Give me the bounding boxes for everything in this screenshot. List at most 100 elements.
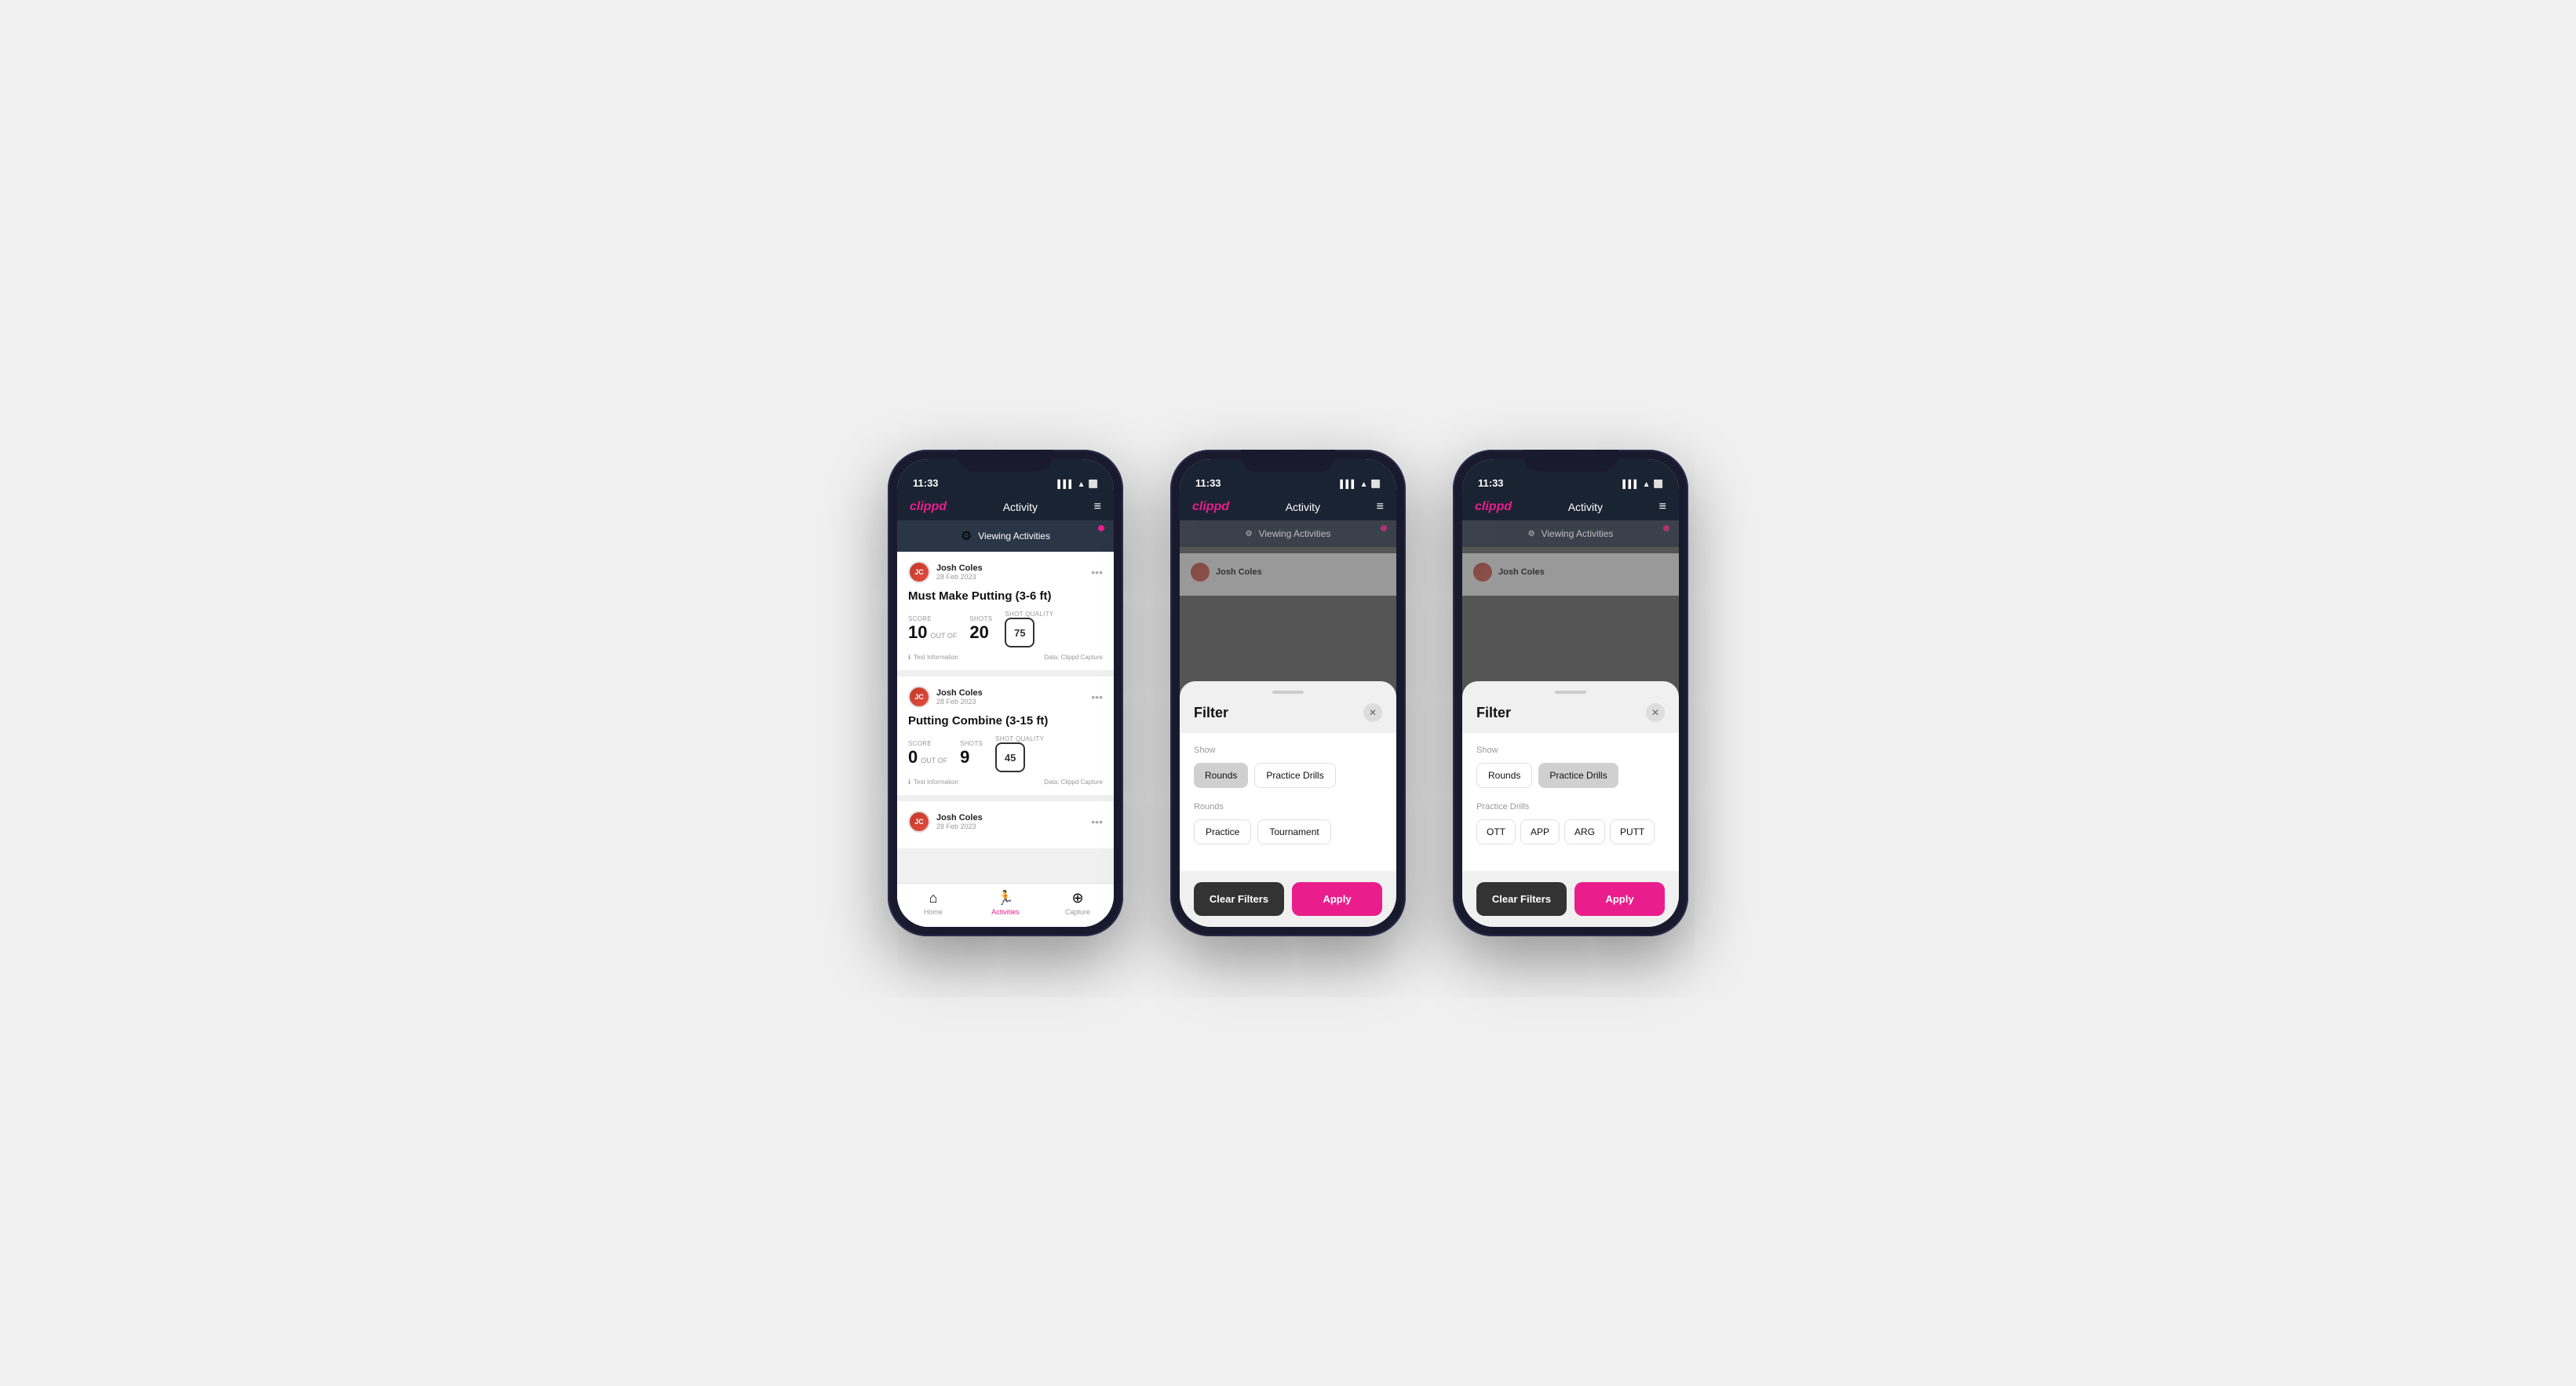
card-3-dim: Josh Coles xyxy=(1462,553,1679,596)
user-info-2: Josh Coles 28 Feb 2023 xyxy=(936,688,983,706)
filter-show-label-3: Show xyxy=(1476,746,1665,755)
battery-icon-1: ⬜ xyxy=(1089,480,1098,489)
wifi-icon-3: ▲ xyxy=(1643,480,1651,489)
quality-badge-2: 45 xyxy=(995,742,1025,772)
logo-1: clippd xyxy=(910,500,947,514)
show-buttons-2: Rounds Practice Drills xyxy=(1194,763,1382,788)
phone-1: 11:33 ▌▌▌ ▲ ⬜ clippd Activity ≡ ⚙ Vie xyxy=(888,450,1123,936)
activity-list-1: JC Josh Coles 28 Feb 2023 ••• Must Make … xyxy=(897,552,1114,883)
viewing-icon-2-dim: ⚙ xyxy=(1246,530,1253,538)
stat-score-2: Score 0 OUT OF xyxy=(908,740,947,768)
wifi-icon-1: ▲ xyxy=(1078,480,1085,489)
show-buttons-3: Rounds Practice Drills xyxy=(1476,763,1665,788)
card-2-dots[interactable]: ••• xyxy=(1091,691,1103,703)
viewing-text-2-dim: Viewing Activities xyxy=(1259,528,1331,539)
phone-3-screen: 11:33 ▌▌▌ ▲ ⬜ clippd Activity ≡ ⚙ Viewin… xyxy=(1462,459,1679,927)
home-icon-1: ⌂ xyxy=(929,890,938,906)
filter-sheet-2: Filter ✕ Show Rounds Practice Drills Rou… xyxy=(1180,681,1396,927)
dimmed-area-3: ⚙ Viewing Activities Josh Coles Filter xyxy=(1462,520,1679,927)
stat-quality-1: Shot Quality 75 xyxy=(1005,611,1053,647)
dim-user-row: Josh Coles xyxy=(1191,563,1385,582)
logo-2: clippd xyxy=(1192,500,1229,514)
phone-2-screen: 11:33 ▌▌▌ ▲ ⬜ clippd Activity ≡ ⚙ Viewin… xyxy=(1180,459,1396,927)
capture-icon-1: ⊕ xyxy=(1071,890,1083,906)
card-2-source: Data: Clippd Capture xyxy=(1044,779,1103,786)
avatar-img-1: JC xyxy=(910,563,929,582)
dimmed-area-2: ⚙ Viewing Activities Josh Coles Filter xyxy=(1180,520,1396,927)
user-name-1: Josh Coles xyxy=(936,564,983,573)
filter-close-3[interactable]: ✕ xyxy=(1646,703,1665,722)
phone-3: 11:33 ▌▌▌ ▲ ⬜ clippd Activity ≡ ⚙ Viewin… xyxy=(1453,450,1688,936)
notch-2 xyxy=(1241,450,1335,472)
user-date-2: 28 Feb 2023 xyxy=(936,698,983,706)
signal-icon-1: ▌▌▌ xyxy=(1057,480,1074,489)
score-value-2: 0 xyxy=(908,747,918,768)
nav-home-1[interactable]: ⌂ Home xyxy=(897,890,969,916)
nav-activities-1[interactable]: 🏃 Activities xyxy=(969,890,1042,916)
filter-close-2[interactable]: ✕ xyxy=(1363,703,1382,722)
signal-icon-3: ▌▌▌ xyxy=(1622,480,1639,489)
quality-badge-1: 75 xyxy=(1005,618,1034,647)
filter-sheet-3: Filter ✕ Show Rounds Practice Drills Pra… xyxy=(1462,681,1679,927)
filter-title-3: Filter xyxy=(1476,705,1511,721)
status-icons-3: ▌▌▌ ▲ ⬜ xyxy=(1622,480,1663,489)
capture-label-1: Capture xyxy=(1065,908,1090,916)
activity-card-3[interactable]: JC Josh Coles 28 Feb 2023 ••• xyxy=(897,801,1114,848)
stat-score-1: Score 10 OUT OF xyxy=(908,615,957,643)
practice-btn-2[interactable]: Practice xyxy=(1194,819,1251,844)
menu-icon-3[interactable]: ≡ xyxy=(1659,500,1666,514)
dim-avatar xyxy=(1191,563,1210,582)
rounds-buttons-2: Practice Tournament xyxy=(1194,819,1382,844)
score-label-1: Score xyxy=(908,615,957,622)
card-1-footer: ℹ Test Information Data: Clippd Capture xyxy=(908,654,1103,661)
clear-btn-3[interactable]: Clear Filters xyxy=(1476,882,1567,916)
app-btn-3[interactable]: APP xyxy=(1520,819,1560,844)
card-1-title: Must Make Putting (3-6 ft) xyxy=(908,589,1103,603)
phone-2: 11:33 ▌▌▌ ▲ ⬜ clippd Activity ≡ ⚙ Viewin… xyxy=(1170,450,1406,936)
avatar-1: JC xyxy=(908,561,930,583)
time-2: 11:33 xyxy=(1195,477,1221,489)
menu-icon-2[interactable]: ≡ xyxy=(1377,500,1384,514)
rounds-btn-2[interactable]: Rounds xyxy=(1194,763,1248,788)
shots-label-2: Shots xyxy=(960,740,983,747)
menu-icon-1[interactable]: ≡ xyxy=(1094,500,1101,514)
activities-label-1: Activities xyxy=(991,908,1020,916)
user-name-3: Josh Coles xyxy=(936,813,983,822)
apply-btn-2[interactable]: Apply xyxy=(1292,882,1382,916)
dim-user-name-3: Josh Coles xyxy=(1498,567,1545,577)
filter-body-3: Show Rounds Practice Drills Practice Dri… xyxy=(1462,733,1679,871)
time-1: 11:33 xyxy=(913,477,939,489)
avatar-2: JC xyxy=(908,686,930,708)
apply-btn-3[interactable]: Apply xyxy=(1574,882,1665,916)
status-icons-2: ▌▌▌ ▲ ⬜ xyxy=(1340,480,1381,489)
score-label-2: Score xyxy=(908,740,947,747)
practice-drills-btn-3[interactable]: Practice Drills xyxy=(1538,763,1618,788)
home-label-1: Home xyxy=(924,908,943,916)
stat-shots-2: Shots 9 xyxy=(960,740,983,768)
practice-drills-btn-2[interactable]: Practice Drills xyxy=(1254,763,1335,788)
viewing-dot-3 xyxy=(1663,525,1669,531)
tournament-btn-2[interactable]: Tournament xyxy=(1257,819,1330,844)
viewing-icon-1: ⚙ xyxy=(961,528,972,544)
clear-btn-2[interactable]: Clear Filters xyxy=(1194,882,1284,916)
viewing-bar-1[interactable]: ⚙ Viewing Activities xyxy=(897,520,1114,552)
putt-btn-3[interactable]: PUTT xyxy=(1610,819,1655,844)
user-info-1: Josh Coles 28 Feb 2023 xyxy=(936,564,983,581)
nav-capture-1[interactable]: ⊕ Capture xyxy=(1042,890,1114,916)
ott-btn-3[interactable]: OTT xyxy=(1476,819,1516,844)
user-name-2: Josh Coles xyxy=(936,688,983,698)
filter-body-2: Show Rounds Practice Drills Rounds Pract… xyxy=(1180,733,1396,871)
activity-card-2[interactable]: JC Josh Coles 28 Feb 2023 ••• Putting Co… xyxy=(897,677,1114,795)
rounds-btn-3[interactable]: Rounds xyxy=(1476,763,1532,788)
card-3-dots[interactable]: ••• xyxy=(1091,815,1103,828)
battery-icon-2: ⬜ xyxy=(1371,480,1381,489)
viewing-dot-1 xyxy=(1098,525,1104,531)
arg-btn-3[interactable]: ARG xyxy=(1564,819,1605,844)
card-2-footer: ℹ Test Information Data: Clippd Capture xyxy=(908,779,1103,786)
card-2-dim: Josh Coles xyxy=(1180,553,1396,596)
bottom-nav-1: ⌂ Home 🏃 Activities ⊕ Capture xyxy=(897,883,1114,927)
activity-card-1[interactable]: JC Josh Coles 28 Feb 2023 ••• Must Make … xyxy=(897,552,1114,670)
nav-title-2: Activity xyxy=(1286,501,1320,513)
card-1-dots[interactable]: ••• xyxy=(1091,566,1103,578)
drills-label-3: Practice Drills xyxy=(1476,802,1665,812)
